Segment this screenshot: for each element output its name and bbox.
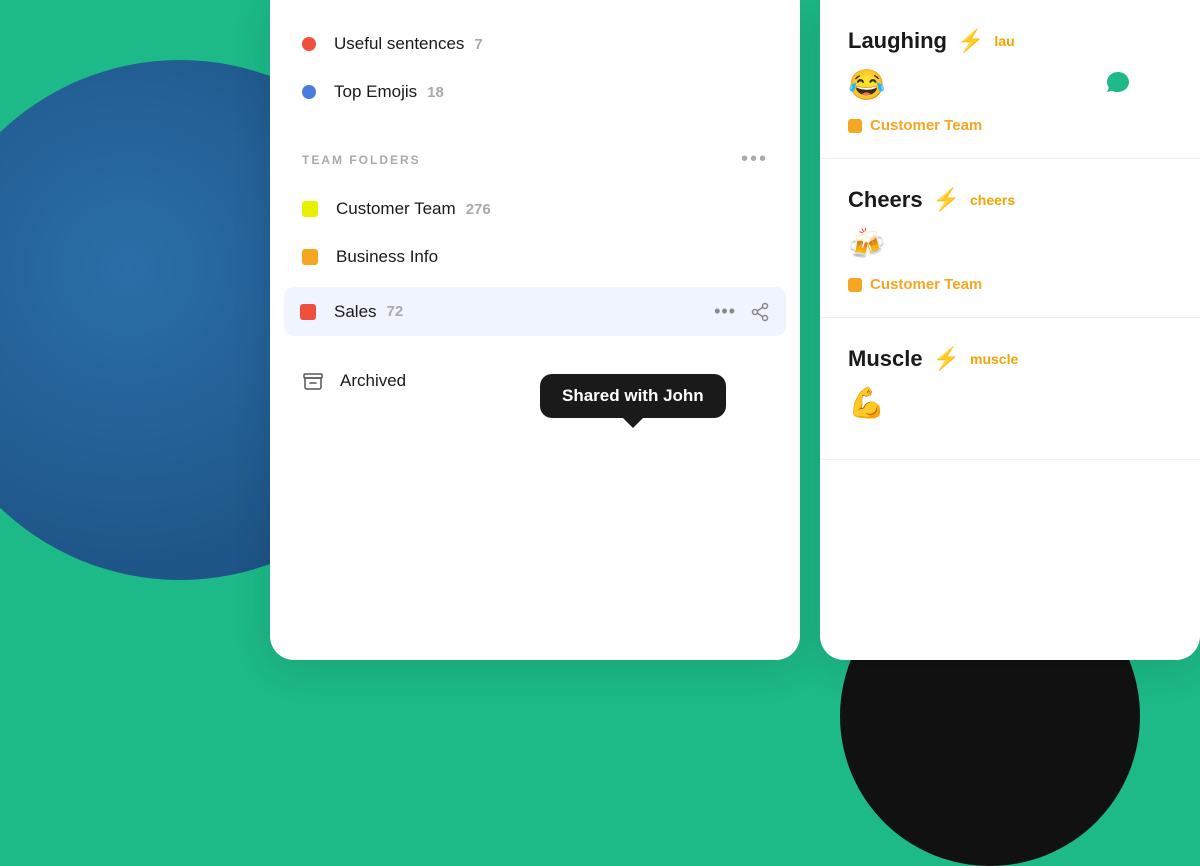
business-info-label: Business Info <box>336 247 438 267</box>
left-panel: Useful sentences 7 Top Emojis 18 TEAM FO… <box>270 0 800 660</box>
useful-sentences-label: Useful sentences <box>334 34 464 54</box>
right-card-laughing: Laughing ⚡ lau 😂 Customer Team <box>820 0 1200 159</box>
folder-business-info[interactable]: Business Info <box>270 233 800 281</box>
muscle-title: Muscle <box>848 346 923 372</box>
archived-label: Archived <box>340 371 406 391</box>
folder-sales[interactable]: Sales 72 ••• <box>284 287 786 336</box>
customer-team-label: Customer Team <box>336 199 456 219</box>
muscle-shortcut: muscle <box>970 351 1018 367</box>
laughing-lightning-icon: ⚡ <box>957 28 984 54</box>
muscle-emoji: 💪 <box>848 386 1172 421</box>
right-card-muscle: Muscle ⚡ muscle 💪 <box>820 318 1200 460</box>
customer-team-count: 276 <box>466 201 491 218</box>
sales-share-icon[interactable] <box>750 302 770 322</box>
laughing-tag-label: Customer Team <box>870 117 982 134</box>
cheers-title: Cheers <box>848 187 923 213</box>
muscle-title-row: Muscle ⚡ muscle <box>848 346 1172 372</box>
cheers-emoji: 🍻 <box>848 227 1172 262</box>
cheers-lightning-icon: ⚡ <box>933 187 960 213</box>
dot-red <box>302 37 316 51</box>
folder-sales-wrapper: Sales 72 ••• <box>270 281 800 342</box>
folder-icon-red <box>300 304 316 320</box>
right-card-cheers: Cheers ⚡ cheers 🍻 Customer Team <box>820 159 1200 318</box>
shared-tooltip: Shared with John <box>540 374 726 418</box>
team-folders-title: TEAM FOLDERS <box>302 153 421 167</box>
sales-count: 72 <box>387 303 404 320</box>
muscle-lightning-icon: ⚡ <box>933 346 960 372</box>
folder-icon-orange <box>302 249 318 265</box>
sales-label: Sales <box>334 302 377 322</box>
laughing-title: Laughing <box>848 28 947 54</box>
archive-icon <box>302 370 324 392</box>
folder-customer-team[interactable]: Customer Team 276 <box>270 185 800 233</box>
tooltip-text: Shared with John <box>540 374 726 418</box>
sales-row-actions: ••• <box>714 301 770 322</box>
team-folders-header: TEAM FOLDERS ••• <box>270 140 800 185</box>
cheers-tag-row: Customer Team <box>848 276 1172 293</box>
useful-sentences-count: 7 <box>474 36 482 53</box>
chat-bubble-icon[interactable] <box>1096 60 1140 104</box>
cheers-tag-label: Customer Team <box>870 276 982 293</box>
laughing-shortcut: lau <box>994 33 1014 49</box>
laughing-tag-dot <box>848 119 862 133</box>
laughing-tag-row: Customer Team <box>848 117 1172 134</box>
team-folders-more-button[interactable]: ••• <box>741 148 768 171</box>
top-emojis-label: Top Emojis <box>334 82 417 102</box>
laughing-title-row: Laughing ⚡ lau <box>848 28 1172 54</box>
folder-icon-yellow-light <box>302 201 318 217</box>
cheers-tag-dot <box>848 278 862 292</box>
top-emojis-count: 18 <box>427 84 444 101</box>
cheers-shortcut: cheers <box>970 192 1015 208</box>
list-item-top-emojis[interactable]: Top Emojis 18 <box>270 68 800 116</box>
dot-blue <box>302 85 316 99</box>
list-item-useful-sentences[interactable]: Useful sentences 7 <box>270 20 800 68</box>
sales-more-button[interactable]: ••• <box>714 301 736 322</box>
cheers-title-row: Cheers ⚡ cheers <box>848 187 1172 213</box>
right-panel: Laughing ⚡ lau 😂 Customer Team Cheers ⚡ … <box>820 0 1200 660</box>
